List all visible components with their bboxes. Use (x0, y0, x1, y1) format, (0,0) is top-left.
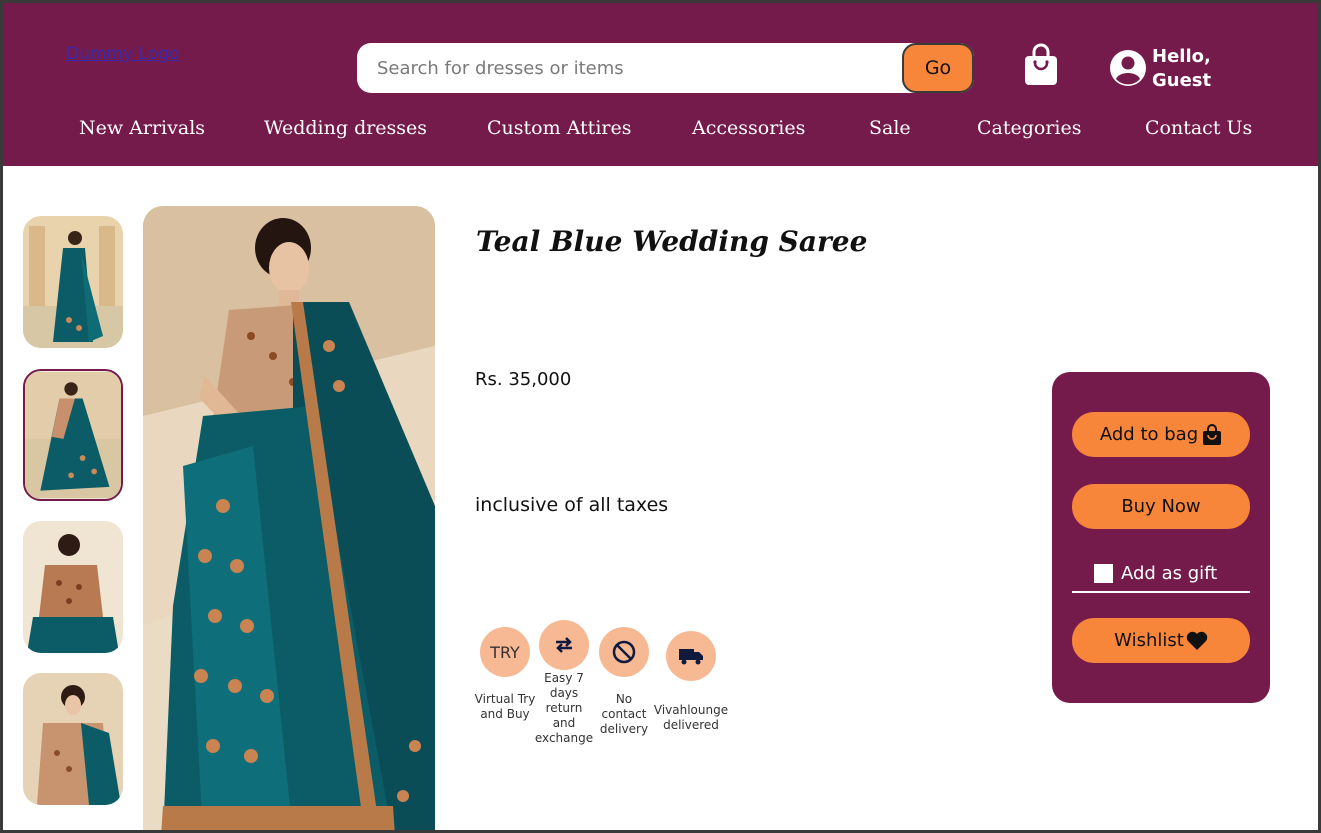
site-header: Dummy Logo Go Hello, Guest New Arrivals … (3, 3, 1318, 166)
add-to-bag-button[interactable]: Add to bag (1072, 412, 1250, 457)
thumbnail-image (23, 673, 123, 805)
nav-contact-us[interactable]: Contact Us (1145, 117, 1252, 139)
feature-label-no-contact: No contact delivery (599, 692, 649, 736)
thumbnail-3[interactable] (23, 521, 123, 653)
thumbnail-image (23, 216, 123, 348)
search-go-button[interactable]: Go (902, 43, 974, 93)
nav-new-arrivals[interactable]: New Arrivals (79, 117, 205, 139)
product-title: Teal Blue Wedding Saree (476, 225, 868, 258)
no-contact-icon (599, 627, 649, 677)
wishlist-label: Wishlist (1114, 630, 1184, 651)
swap-arrows-icon (539, 620, 589, 670)
gift-checkbox[interactable] (1094, 563, 1113, 583)
logo-link[interactable]: Dummy Logo (66, 44, 179, 64)
gift-label: Add as gift (1121, 562, 1218, 584)
nav-categories[interactable]: Categories (977, 117, 1082, 139)
product-main-image[interactable] (143, 206, 435, 830)
feature-label-try: Virtual Try and Buy (474, 692, 536, 721)
thumbnail-image (23, 521, 123, 653)
nav-custom-attires[interactable]: Custom Attires (487, 117, 631, 139)
search-bar: Go (357, 43, 974, 93)
nav-wedding-dresses[interactable]: Wedding dresses (264, 117, 427, 139)
gift-option[interactable]: Add as gift (1072, 555, 1250, 593)
product-price: Rs. 35,000 (475, 369, 572, 390)
thumbnail-2[interactable] (23, 369, 123, 501)
thumbnail-4[interactable] (23, 673, 123, 805)
page: Dummy Logo Go Hello, Guest New Arrivals … (3, 3, 1318, 830)
add-to-bag-label: Add to bag (1099, 424, 1199, 445)
thumbnail-image (25, 371, 121, 499)
saree-photo (143, 206, 435, 830)
nav-sale[interactable]: Sale (869, 117, 911, 139)
heart-icon (1186, 631, 1208, 650)
tax-note: inclusive of all taxes (475, 494, 669, 516)
shopping-bag-icon[interactable] (1023, 43, 1059, 87)
thumbnail-1[interactable] (23, 216, 123, 348)
truck-icon (666, 631, 716, 681)
search-input[interactable] (377, 43, 897, 93)
virtual-try-icon: TRY (480, 627, 530, 677)
feature-label-delivery: Vivahlounge delivered (653, 703, 729, 732)
greeting-text[interactable]: Hello, Guest (1152, 45, 1232, 93)
buy-now-button[interactable]: Buy Now (1072, 484, 1250, 529)
purchase-panel: Add to bag Buy Now Add as gift Wishlist (1052, 372, 1270, 703)
bag-icon (1203, 423, 1222, 445)
feature-label-return: Easy 7 days return and exchange (534, 671, 594, 745)
main-nav: New Arrivals Wedding dresses Custom Atti… (3, 117, 1318, 153)
try-badge-text: TRY (490, 642, 520, 662)
nav-accessories[interactable]: Accessories (692, 117, 805, 139)
user-account-icon[interactable] (1109, 49, 1147, 87)
wishlist-button[interactable]: Wishlist (1072, 618, 1250, 663)
